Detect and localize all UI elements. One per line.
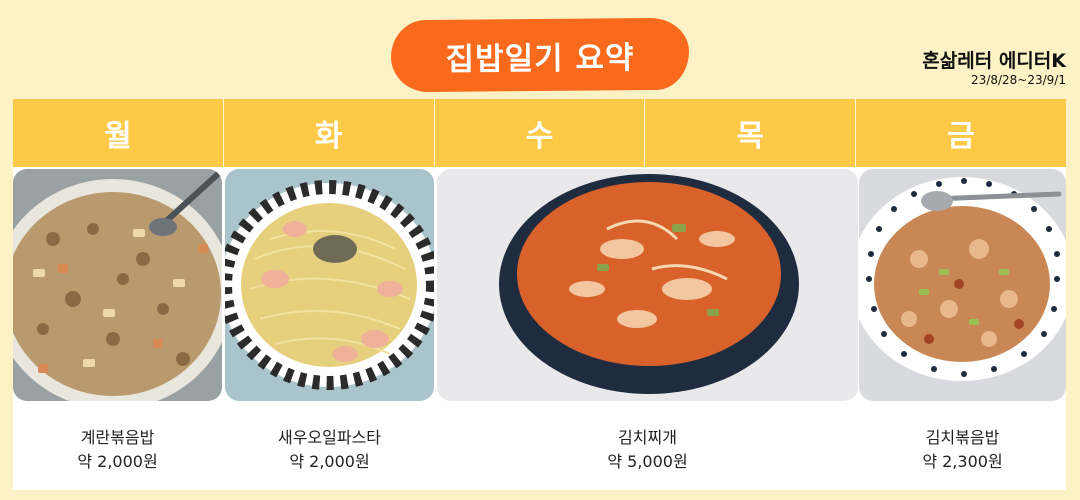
editor-name: 혼삶레터 에디터K [922, 50, 1066, 72]
meal-name: 김치찌개 [618, 428, 677, 447]
meal-caption-tuesday: 새우오일파스타 약 2,000원 [225, 426, 434, 474]
period-dates: 23/8/28~23/9/1 [971, 73, 1066, 87]
meal-name: 새우오일파스타 [277, 428, 382, 447]
meal-price: 약 2,300원 [922, 452, 1003, 471]
day-monday: 월 [13, 99, 224, 167]
page-title: 집밥일기 요약 [390, 17, 690, 93]
meal-caption-wed-thu: 김치찌개 약 5,000원 [437, 426, 858, 474]
editor-info: 혼삶레터 에디터K 23/8/28~23/9/1 [922, 50, 1066, 88]
meal-name: 김치볶음밥 [925, 428, 1000, 447]
day-thursday: 목 [645, 99, 857, 167]
meal-price: 약 2,000원 [289, 452, 370, 471]
day-tuesday: 화 [224, 99, 435, 167]
photo-kimchi-fried-rice [859, 169, 1066, 401]
meal-price: 약 2,000원 [77, 452, 158, 471]
meal-caption-monday: 계란볶음밥 약 2,000원 [13, 426, 222, 474]
meal-board: 월 화 수 목 금 계란볶음밥 약 2,000원 새우오일파스타 약 2,000… [13, 99, 1066, 490]
day-wednesday: 수 [435, 99, 646, 167]
meal-caption-friday: 김치볶음밥 약 2,300원 [859, 426, 1066, 474]
photo-egg-fried-rice [13, 169, 222, 401]
photo-shrimp-oil-pasta [225, 169, 434, 401]
weekday-header: 월 화 수 목 금 [13, 99, 1066, 167]
day-friday: 금 [947, 119, 975, 154]
photo-kimchi-stew [437, 169, 858, 401]
meal-price: 약 5,000원 [607, 452, 688, 471]
meal-name: 계란볶음밥 [80, 428, 155, 447]
